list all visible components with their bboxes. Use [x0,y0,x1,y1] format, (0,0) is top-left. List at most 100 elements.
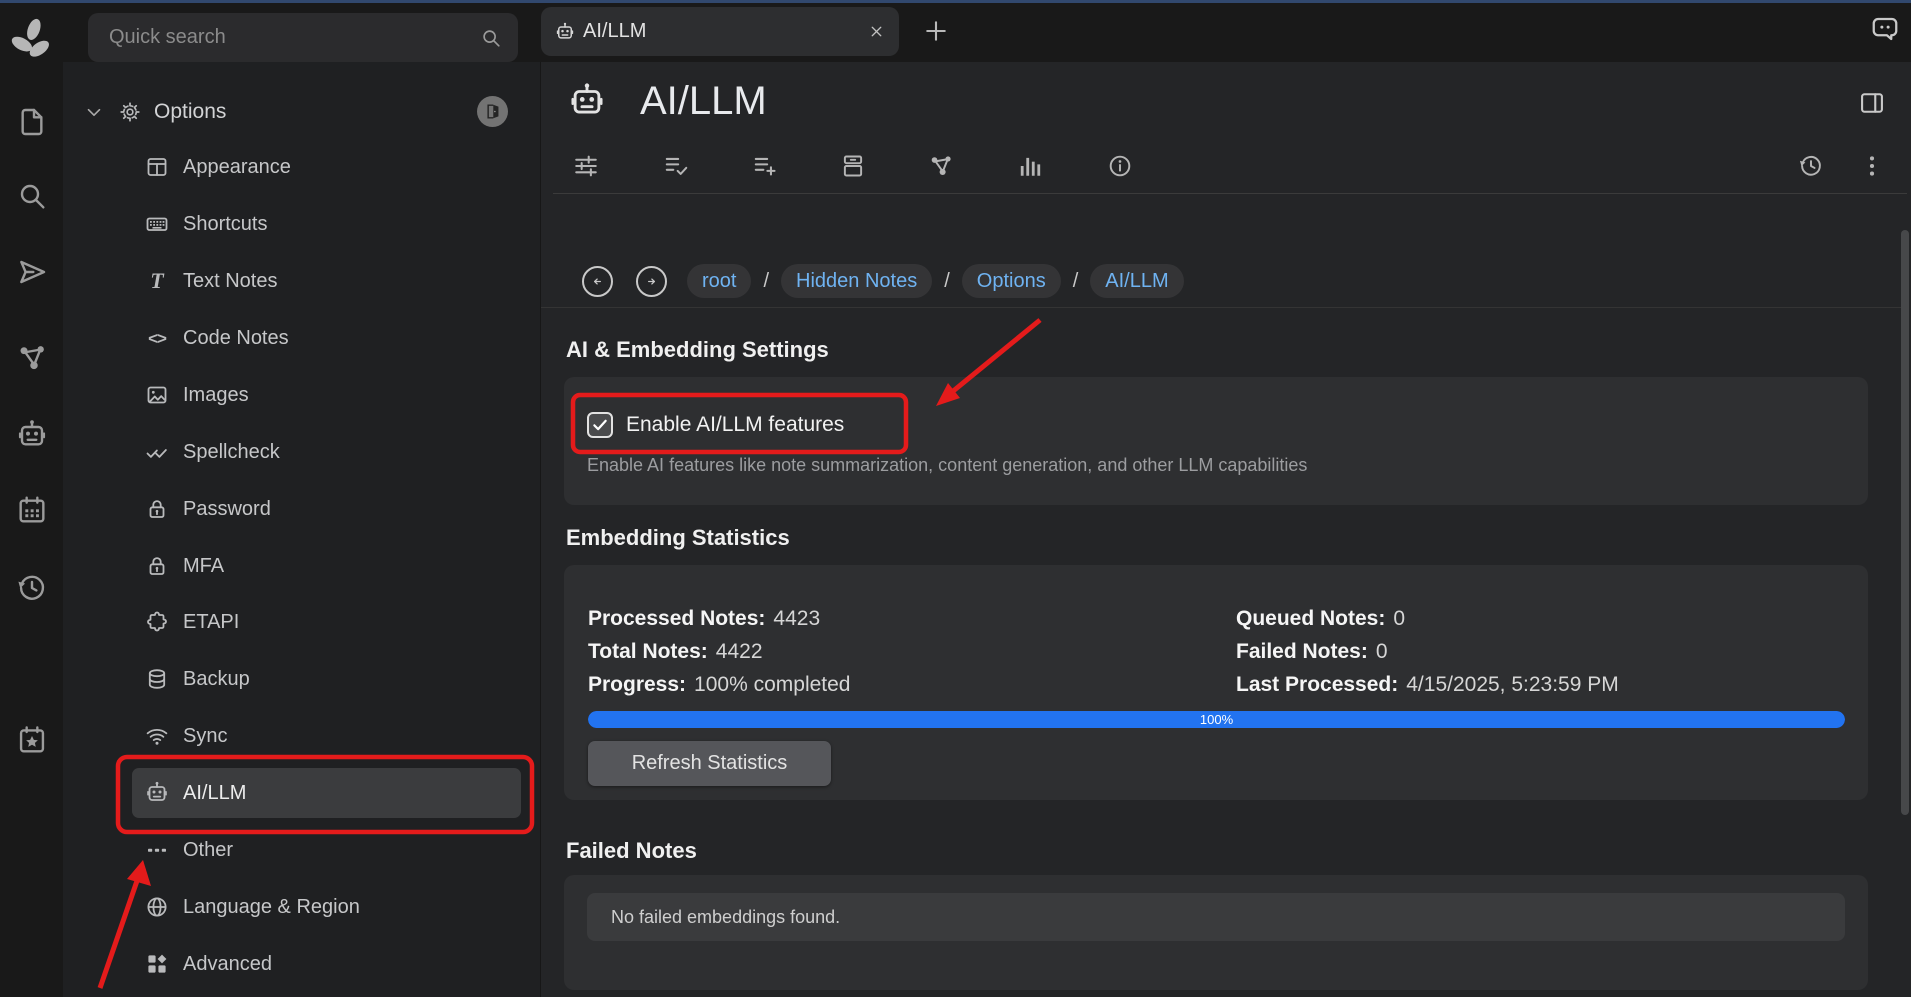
tree-item-code-notes[interactable]: <>Code Notes [132,313,521,363]
ribbon-note-map[interactable] [928,153,954,179]
history-icon [16,572,48,604]
lock-icon [145,554,169,578]
tree-item-text-notes[interactable]: T Text Notes [132,256,521,306]
breadcrumb-item-ai-llm[interactable]: AI/LLM [1090,264,1183,298]
search-icon [480,27,502,49]
list-plus-icon [752,153,778,179]
note-title[interactable]: AI/LLM [640,79,767,124]
ai-settings-description: Enable AI features like note summarizati… [587,455,1307,476]
launcher-relation-map[interactable] [16,342,48,374]
ribbon-owned-attributes[interactable] [663,153,689,179]
launcher-bookmarks[interactable] [16,724,48,756]
info-circle-icon [1107,153,1133,179]
split-panel-icon[interactable] [1858,89,1886,117]
tree-item-ai-llm[interactable]: AI/LLM [132,768,521,818]
tree-item-label: Shortcuts [183,213,267,236]
tree-item-label: Backup [183,668,250,691]
tree-item-label: Advanced [183,953,272,976]
tab-label: AI/LLM [583,20,868,43]
ribbon-note-paths[interactable] [840,153,866,179]
robot-icon [16,419,48,451]
tree-item-shortcuts[interactable]: Shortcuts [132,199,521,249]
bar-chart-icon [1017,153,1043,179]
back-button[interactable] [582,266,613,297]
note-action-more-options[interactable] [1859,153,1885,179]
tree-item-password[interactable]: Password [132,484,521,534]
grid-icon [145,952,169,976]
tab-ai-llm[interactable]: AI/LLM [541,7,899,56]
text-icon: T [145,269,169,293]
puzzle-icon [145,610,169,634]
ribbon-inherited-attributes[interactable] [752,153,778,179]
tree-item-sync[interactable]: Sync [132,711,521,761]
graph-icon [16,342,48,374]
stats-left-column: Processed Notes:4423Total Notes:4422Prog… [588,602,850,701]
keyboard-icon [145,212,169,236]
enable-ai-checkbox-label[interactable]: Enable AI/LLM features [626,413,844,437]
database-icon [145,667,169,691]
tree-item-mfa[interactable]: MFA [132,541,521,591]
unhoist-button[interactable] [477,96,508,127]
ribbon-note-stats[interactable] [1017,153,1043,179]
vertical-scrollbar[interactable] [1901,230,1909,815]
breadcrumb-item-hidden-notes[interactable]: Hidden Notes [781,264,932,298]
launcher-new-note[interactable] [16,106,48,138]
archive-icon [840,153,866,179]
robot-icon [568,82,606,120]
tree-item-options[interactable]: Options [83,87,463,137]
tree-item-label: Code Notes [183,327,289,350]
kebab-icon [1859,153,1885,179]
gear-icon [119,101,141,123]
sliders-icon [573,153,599,179]
tree-item-spellcheck[interactable]: Spellcheck [132,427,521,477]
quick-search-input[interactable] [88,26,480,49]
tree-item-label: Images [183,384,249,407]
appearance-icon [145,155,169,179]
tree-item-label: Text Notes [183,270,277,293]
launcher-ai-chat[interactable] [16,419,48,451]
breadcrumb: root/Hidden Notes/Options/AI/LLM [687,264,1184,298]
stats-right-column: Queued Notes:0Failed Notes:0Last Process… [1236,602,1619,701]
tree-item-other[interactable]: Other [132,825,521,875]
launcher-calendar[interactable] [16,494,48,526]
section-heading-stats: Embedding Statistics [566,525,790,551]
section-heading-failed: Failed Notes [566,838,697,864]
history-icon [1798,153,1824,179]
failed-notes-empty-box: No failed embeddings found. [587,893,1845,941]
section-heading-ai-settings: AI & Embedding Settings [566,337,829,363]
file-icon [16,106,48,138]
chevron-down-icon[interactable] [83,101,105,123]
ribbon-note-info[interactable] [1107,153,1133,179]
failed-notes-empty-message: No failed embeddings found. [611,907,840,928]
spellcheck-icon [145,440,169,464]
forward-button[interactable] [636,266,667,297]
launcher-recent-changes[interactable] [16,572,48,604]
breadcrumb-separator: / [763,270,769,293]
tree-item-backup[interactable]: Backup [132,654,521,704]
breadcrumb-item-options[interactable]: Options [962,264,1061,298]
ribbon-basic-properties[interactable] [573,153,599,179]
tree-item-etapi[interactable]: ETAPI [132,597,521,647]
new-tab-button[interactable] [922,17,950,45]
launcher-search[interactable] [16,180,48,212]
tree-item-label: Language & Region [183,896,360,919]
tree-item-label: Sync [183,725,227,748]
tree-item-advanced[interactable]: Advanced [132,939,521,989]
wifi-icon [145,724,169,748]
trilium-logo-icon [10,16,54,74]
lock-icon [145,497,169,521]
stat-row: Last Processed:4/15/2025, 5:23:59 PM [1236,668,1619,701]
tree-item-language-region[interactable]: Language & Region [132,882,521,932]
note-action-revisions[interactable] [1798,153,1824,179]
stat-row: Total Notes:4422 [588,635,850,668]
list-check-icon [663,153,689,179]
refresh-statistics-button[interactable]: Refresh Statistics [588,741,831,786]
tree-item-appearance[interactable]: Appearance [132,142,521,192]
quick-search [88,13,518,62]
enable-ai-checkbox[interactable] [587,412,613,438]
launcher-jump-to-note[interactable] [16,256,48,288]
tree-item-images[interactable]: Images [132,370,521,420]
breadcrumb-item-root[interactable]: root [687,264,751,298]
chat-bubble-icon[interactable] [1870,14,1900,44]
close-tab-icon[interactable] [868,23,885,40]
